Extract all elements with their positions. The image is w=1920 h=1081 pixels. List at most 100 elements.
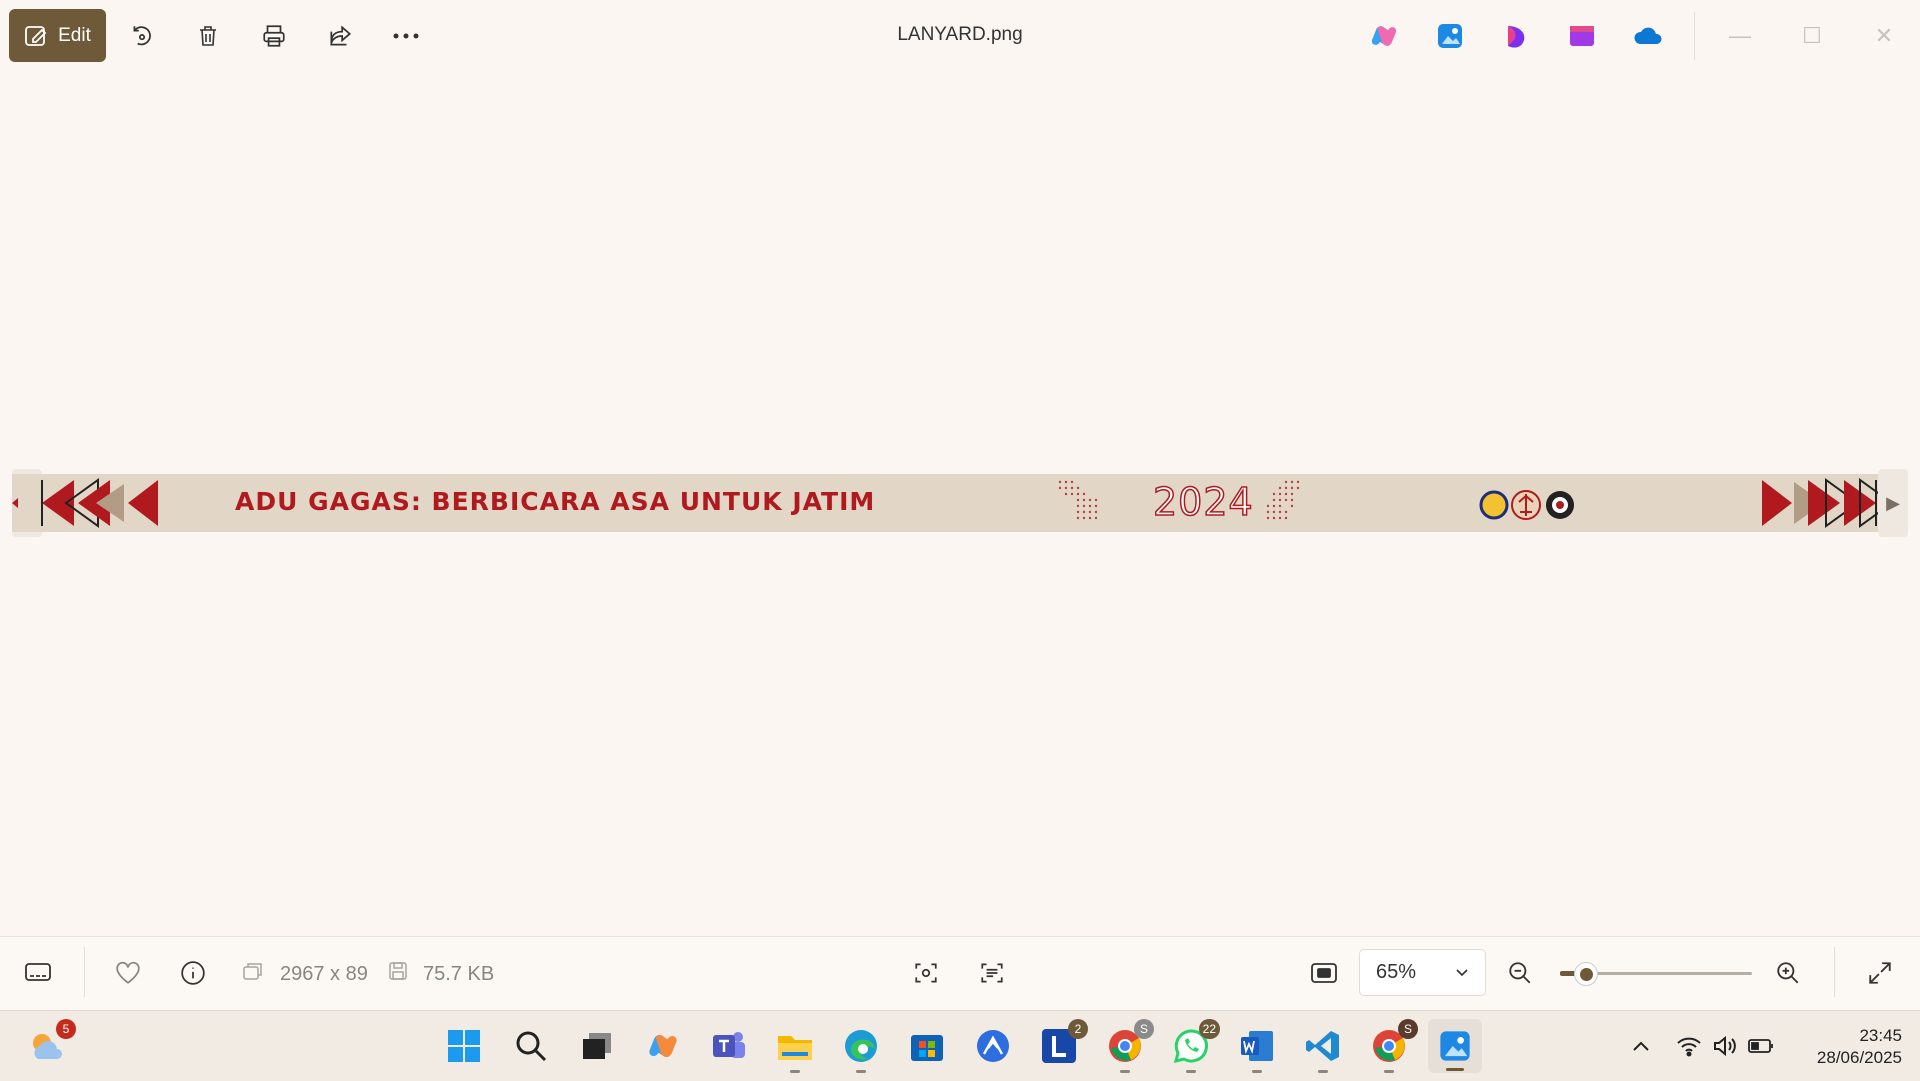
windows-logo-icon — [448, 1030, 480, 1062]
filmstrip-icon — [25, 963, 51, 981]
info-icon — [181, 961, 205, 985]
profile-badge: S — [1398, 1019, 1418, 1039]
l-app-button[interactable]: 2 — [1038, 1019, 1088, 1067]
maximize-button[interactable]: ☐ — [1792, 22, 1832, 50]
clock-date: 28/06/2025 — [1816, 1048, 1902, 1067]
filmstrip-button[interactable] — [20, 955, 56, 991]
weather-widget[interactable]: 5 — [26, 1019, 76, 1067]
dot-pattern-left — [1058, 480, 1098, 520]
zoom-out-icon — [1509, 962, 1531, 984]
edit-image-icon — [25, 25, 47, 46]
battery-status[interactable] — [1740, 1025, 1782, 1067]
running-indicator — [1384, 1070, 1394, 1073]
app-button[interactable] — [972, 1025, 1014, 1067]
close-button[interactable]: ✕ — [1864, 22, 1904, 50]
rotate-button[interactable] — [124, 18, 160, 54]
taskbar: 5 2 S 22 S 23:45 28/06/2025 — [0, 1010, 1920, 1081]
divider — [1834, 947, 1835, 997]
microsoft-store-button[interactable] — [906, 1025, 948, 1067]
copilot-icon — [649, 1034, 677, 1058]
next-image-button[interactable]: ▶ — [1878, 469, 1908, 537]
notification-badge: 5 — [56, 1019, 76, 1039]
edge-icon — [845, 1030, 877, 1062]
favorite-button[interactable] — [110, 955, 146, 991]
photos-taskbar-button[interactable] — [1428, 1019, 1482, 1073]
whatsapp-button[interactable]: 22 — [1170, 1019, 1220, 1073]
file-explorer-button[interactable] — [774, 1025, 816, 1073]
displayed-image: ADU GAGAS: BERBICARA ASA UNTUK JATIM 202… — [12, 474, 1908, 532]
app-a-icon — [977, 1030, 1009, 1062]
copilot-taskbar-button[interactable] — [642, 1025, 684, 1067]
fit-screen-icon — [1311, 963, 1337, 983]
edit-button[interactable]: Edit — [9, 9, 106, 62]
vscode-button[interactable] — [1302, 1025, 1344, 1073]
dimensions-icon — [242, 961, 264, 986]
photos-icon — [1440, 1031, 1470, 1061]
task-view-button[interactable] — [576, 1025, 618, 1067]
print-button[interactable] — [256, 18, 292, 54]
file-info-button[interactable] — [175, 955, 211, 991]
teams-button[interactable] — [708, 1025, 750, 1067]
delete-icon — [200, 26, 216, 46]
word-button[interactable] — [1236, 1025, 1278, 1073]
running-indicator — [856, 1070, 866, 1073]
print-icon — [263, 25, 285, 47]
teams-icon — [713, 1032, 745, 1058]
notification-badge: 2 — [1068, 1019, 1088, 1039]
onedrive-icon — [1634, 27, 1662, 44]
designer-icon — [1570, 26, 1594, 46]
save-disk-icon — [388, 961, 408, 986]
minimize-button[interactable]: — — [1720, 22, 1760, 50]
fit-to-window-button[interactable] — [1306, 955, 1342, 991]
more-options-button[interactable] — [388, 18, 424, 54]
title-bar: Edit LANYARD.png — ☐ ✕ — [0, 0, 1920, 72]
search-button[interactable] — [510, 1025, 552, 1067]
banner-year: 2024 — [1152, 479, 1254, 525]
designer-button[interactable] — [1566, 20, 1598, 52]
zoom-out-button[interactable] — [1502, 955, 1538, 991]
word-icon — [1241, 1031, 1273, 1061]
store-icon — [911, 1035, 943, 1061]
start-button[interactable] — [443, 1025, 485, 1067]
show-hidden-icons-button[interactable] — [1620, 1025, 1662, 1067]
chevron-right-icon: ▶ — [1886, 492, 1900, 513]
photos-app-button[interactable] — [1434, 20, 1466, 52]
chevron-down-icon — [1456, 968, 1468, 976]
text-recognition-button[interactable] — [974, 955, 1010, 991]
chrome-profile-button[interactable]: S — [1368, 1019, 1418, 1073]
system-clock[interactable]: 23:45 28/06/2025 — [1790, 1025, 1902, 1069]
copilot-icon — [1371, 26, 1397, 46]
vscode-icon — [1306, 1031, 1339, 1061]
wifi-icon — [1677, 1037, 1701, 1057]
onedrive-button[interactable] — [1632, 20, 1664, 52]
divider — [84, 947, 85, 997]
clipchamp-button[interactable] — [1500, 20, 1532, 52]
share-button[interactable] — [322, 18, 358, 54]
search-icon — [516, 1031, 547, 1062]
scan-text-icon — [981, 963, 1003, 983]
zoom-in-button[interactable] — [1770, 955, 1806, 991]
logo-group — [1479, 490, 1574, 520]
edit-label: Edit — [58, 24, 91, 46]
zoom-slider-thumb[interactable] — [1574, 962, 1598, 986]
right-triangles-decoration — [1762, 478, 1896, 528]
expand-icon — [1869, 962, 1891, 984]
rotate-icon — [133, 26, 151, 46]
clipchamp-icon — [1508, 26, 1525, 48]
notification-badge: 22 — [1198, 1019, 1220, 1039]
chrome-button[interactable]: S — [1104, 1019, 1154, 1073]
visual-search-button[interactable] — [908, 955, 944, 991]
running-indicator — [1186, 1070, 1196, 1073]
fullscreen-button[interactable] — [1862, 955, 1898, 991]
zoom-in-icon — [1777, 962, 1799, 984]
running-indicator — [1446, 1068, 1464, 1071]
edge-button[interactable] — [840, 1025, 882, 1073]
status-bar: 2967 x 89 75.7 KB 65% — [0, 936, 1920, 1010]
zoom-level-dropdown[interactable]: 65% — [1359, 949, 1486, 996]
image-dimensions: 2967 x 89 — [280, 963, 368, 985]
copilot-button[interactable] — [1368, 20, 1400, 52]
file-size: 75.7 KB — [423, 963, 495, 985]
folder-icon — [778, 1036, 812, 1060]
chevron-up-icon — [1633, 1041, 1649, 1051]
delete-button[interactable] — [190, 18, 226, 54]
